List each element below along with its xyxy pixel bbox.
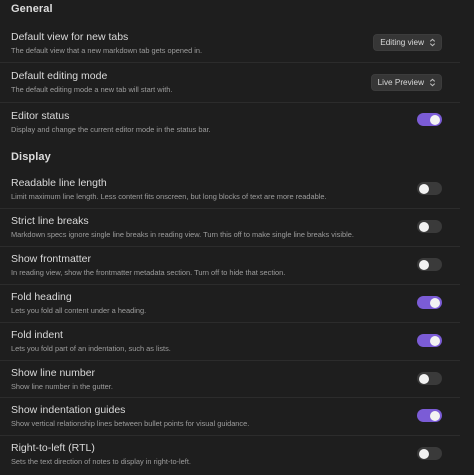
setting-name: Readable line length (11, 177, 107, 189)
dropdown-value: Editing view (380, 38, 424, 47)
default-view-dropdown[interactable]: Editing view (373, 34, 442, 51)
editor-status-toggle[interactable] (417, 113, 442, 126)
section-heading-general: General (11, 3, 53, 15)
setting-description: Show line number in the gutter. (11, 382, 113, 391)
toggle-knob (419, 448, 429, 459)
setting-name: Fold heading (11, 291, 72, 303)
setting-name: Show line number (11, 367, 96, 379)
setting-default-editing-mode: Default editing mode The default editing… (0, 62, 460, 102)
setting-name: Right-to-left (RTL) (11, 442, 95, 454)
setting-description: Markdown specs ignore single line breaks… (11, 230, 354, 239)
setting-fold-heading: Fold heading Lets you fold all content un… (0, 284, 460, 322)
toggle-knob (419, 221, 429, 232)
setting-readable-line-length: Readable line length Limit maximum line l… (0, 171, 460, 208)
strict-line-breaks-toggle[interactable] (417, 220, 442, 233)
setting-name: Editor status (11, 110, 70, 122)
chevron-up-down-icon (429, 78, 436, 87)
setting-default-view: Default view for new tabs The default vi… (0, 24, 460, 62)
fold-indent-toggle[interactable] (417, 334, 442, 347)
toggle-knob (419, 183, 429, 194)
setting-name: Default editing mode (11, 70, 108, 82)
readable-line-length-toggle[interactable] (417, 182, 442, 195)
default-editing-mode-dropdown[interactable]: Live Preview (370, 74, 442, 91)
toggle-knob (419, 373, 429, 384)
setting-description: The default view that a new markdown tab… (11, 46, 203, 55)
setting-description: Show vertical relationship lines between… (11, 419, 250, 428)
chevron-up-down-icon (429, 38, 436, 47)
setting-name: Default view for new tabs (11, 31, 129, 43)
setting-name: Show frontmatter (11, 253, 91, 265)
setting-strict-line-breaks: Strict line breaks Markdown specs ignore … (0, 208, 460, 246)
show-indentation-guides-toggle[interactable] (417, 409, 442, 422)
show-line-number-toggle[interactable] (417, 372, 442, 385)
setting-description: In reading view, show the frontmatter me… (11, 268, 286, 277)
setting-name: Fold indent (11, 329, 63, 341)
setting-description: The default editing mode a new tab will … (11, 85, 173, 94)
setting-description: Lets you fold part of an indentation, su… (11, 344, 171, 353)
show-frontmatter-toggle[interactable] (417, 258, 442, 271)
setting-description: Display and change the current editor mo… (11, 125, 211, 134)
toggle-knob (430, 114, 440, 125)
toggle-knob (419, 259, 429, 270)
setting-description: Sets the text direction of notes to disp… (11, 457, 191, 466)
setting-show-indentation-guides: Show indentation guides Show vertical rel… (0, 397, 460, 435)
right-to-left-rtl-toggle[interactable] (417, 447, 442, 460)
setting-description: Lets you fold all content under a headin… (11, 306, 147, 315)
setting-right-to-left-rtl: Right-to-left (RTL) Sets the text directi… (0, 435, 460, 473)
setting-show-frontmatter: Show frontmatter In reading view, show th… (0, 246, 460, 284)
setting-name: Strict line breaks (11, 215, 89, 227)
setting-show-line-number: Show line number Show line number in the … (0, 360, 460, 397)
section-heading-display: Display (11, 151, 51, 163)
fold-heading-toggle[interactable] (417, 296, 442, 309)
toggle-knob (430, 335, 440, 346)
setting-editor-status: Editor status Display and change the cur… (0, 102, 460, 139)
setting-fold-indent: Fold indent Lets you fold part of an inde… (0, 322, 460, 360)
setting-name: Show indentation guides (11, 404, 126, 416)
toggle-knob (430, 297, 440, 308)
toggle-knob (430, 410, 440, 421)
setting-description: Limit maximum line length. Less content … (11, 192, 327, 201)
dropdown-value: Live Preview (377, 78, 424, 87)
